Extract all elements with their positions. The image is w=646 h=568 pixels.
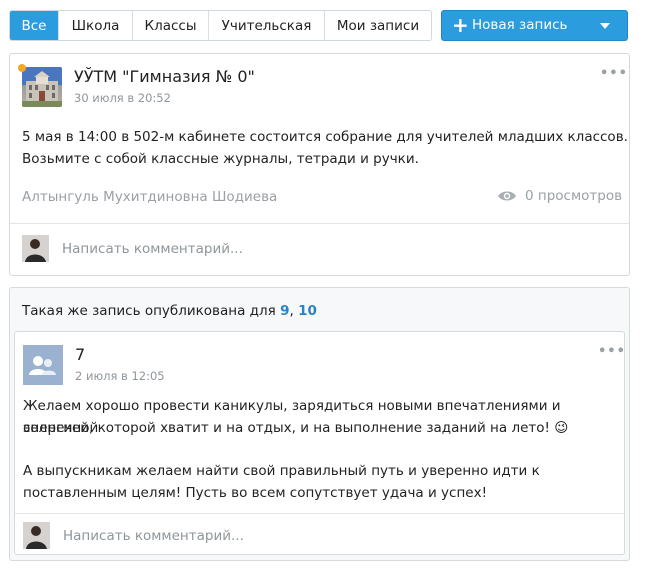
post-signature[interactable]: Алтынгуль Мухитдиновна Шодиева <box>22 189 277 205</box>
post-card: 7 2 июля в 12:05 ••• Желаем хорошо прове… <box>14 331 625 555</box>
views-counter: 0 просмотров <box>497 188 622 204</box>
new-post-button[interactable]: + Новая запись <box>441 10 628 41</box>
shared-notice-text: Такая же запись опубликована для <box>22 303 276 319</box>
user-photo-icon <box>22 235 49 262</box>
avatar <box>22 235 49 262</box>
eye-icon <box>498 191 516 201</box>
post-text-line: Возьмите с собой классные журналы, тетра… <box>22 151 419 167</box>
plus-icon: + <box>452 13 469 37</box>
comment-input[interactable]: Написать комментарий... <box>63 528 603 544</box>
user-photo-icon <box>23 522 50 549</box>
shared-separator: , <box>289 303 294 319</box>
shared-post-card: Такая же запись опубликована для 9, 10 7… <box>9 287 630 561</box>
comment-divider <box>10 223 629 224</box>
views-count: 0 просмотров <box>525 188 623 204</box>
shared-notice: Такая же запись опубликована для 9, 10 <box>22 303 317 319</box>
avatar[interactable] <box>23 345 63 385</box>
comment-divider <box>15 513 624 514</box>
more-options-icon[interactable]: ••• <box>600 67 628 80</box>
tab-teachers-room[interactable]: Учительская <box>208 11 324 40</box>
new-post-label: Новая запись <box>472 17 568 33</box>
feed-filter-tabs: Все Школа Классы Учительская Мои записи <box>9 10 432 41</box>
post-date[interactable]: 2 июля в 12:05 <box>75 369 165 383</box>
post-date[interactable]: 30 июля в 20:52 <box>74 91 171 105</box>
post-author[interactable]: 7 <box>75 345 85 364</box>
more-options-icon[interactable]: ••• <box>598 345 626 358</box>
unread-indicator <box>18 64 26 72</box>
group-users-icon <box>23 345 63 385</box>
post-text-line: А выпускникам желаем найти свой правильн… <box>23 463 540 479</box>
post-text-line: 5 мая в 14:00 в 502-м кабинете состоится… <box>22 129 628 145</box>
tab-classes[interactable]: Классы <box>132 11 208 40</box>
post-card: УЎТМ "Гимназия № 0" 30 июля в 20:52 ••• … <box>9 53 630 276</box>
post-text-line: поставленным целям! Пусть во всем сопутс… <box>23 485 487 501</box>
tab-all[interactable]: Все <box>10 11 58 40</box>
post-text-line: энергией, которой хватит и на отдых, и н… <box>23 420 569 436</box>
feed-toolbar: Все Школа Классы Учительская Мои записи … <box>9 10 628 41</box>
chevron-down-icon[interactable] <box>600 23 610 29</box>
avatar <box>23 522 50 549</box>
post-author[interactable]: УЎТМ "Гимназия № 0" <box>74 67 255 86</box>
avatar[interactable] <box>22 67 62 107</box>
tab-school[interactable]: Школа <box>58 11 132 40</box>
shared-class-link[interactable]: 10 <box>298 303 317 319</box>
school-building-icon <box>22 67 62 107</box>
comment-input[interactable]: Написать комментарий... <box>62 241 612 257</box>
tab-my-posts[interactable]: Мои записи <box>324 11 431 40</box>
